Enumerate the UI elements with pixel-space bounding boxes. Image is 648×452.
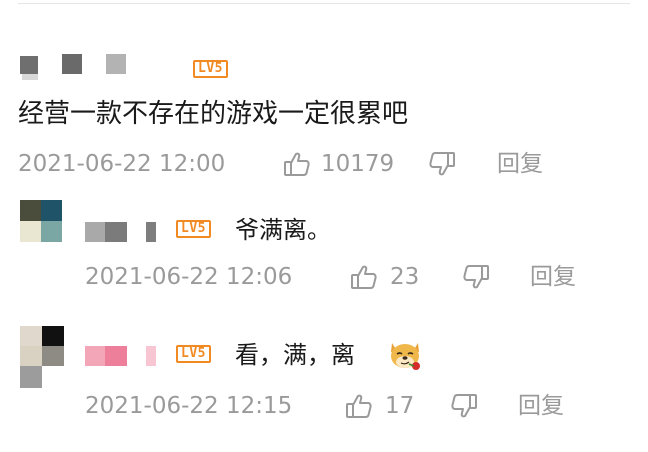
reply-timestamp: 2021-06-22 12:15 <box>85 393 293 419</box>
dislike-button[interactable] <box>428 150 458 180</box>
thumbs-up-icon <box>345 392 373 420</box>
reply-button[interactable]: 回复 <box>497 150 543 178</box>
thumbs-down-icon <box>450 392 478 420</box>
thumbs-down-icon <box>462 263 490 291</box>
reply-text: 看，满，离 <box>235 341 355 369</box>
dislike-button[interactable] <box>450 392 480 422</box>
reply-text: 爷满离。 <box>235 216 331 244</box>
thumbs-up-icon <box>283 150 311 178</box>
comment-timestamp: 2021-06-22 12:00 <box>18 151 226 177</box>
avatar[interactable] <box>20 326 64 390</box>
top-divider <box>18 3 630 4</box>
like-count: 10179 <box>321 151 395 177</box>
comment-text: 经营一款不存在的游戏一定很累吧 <box>18 99 409 129</box>
dislike-button[interactable] <box>462 263 492 293</box>
level-badge: LV5 <box>176 220 211 238</box>
like-count: 17 <box>385 393 415 419</box>
like-count: 23 <box>390 264 420 290</box>
reply-timestamp: 2021-06-22 12:06 <box>85 264 293 290</box>
doge-rose-emoji <box>387 337 421 371</box>
level-badge: LV5 <box>176 345 211 363</box>
reply-button[interactable]: 回复 <box>530 263 576 291</box>
avatar[interactable] <box>20 200 62 242</box>
thumbs-down-icon <box>428 150 456 178</box>
thumbs-up-icon <box>350 263 378 291</box>
level-badge: LV5 <box>193 60 228 78</box>
reply-button[interactable]: 回复 <box>518 392 564 420</box>
